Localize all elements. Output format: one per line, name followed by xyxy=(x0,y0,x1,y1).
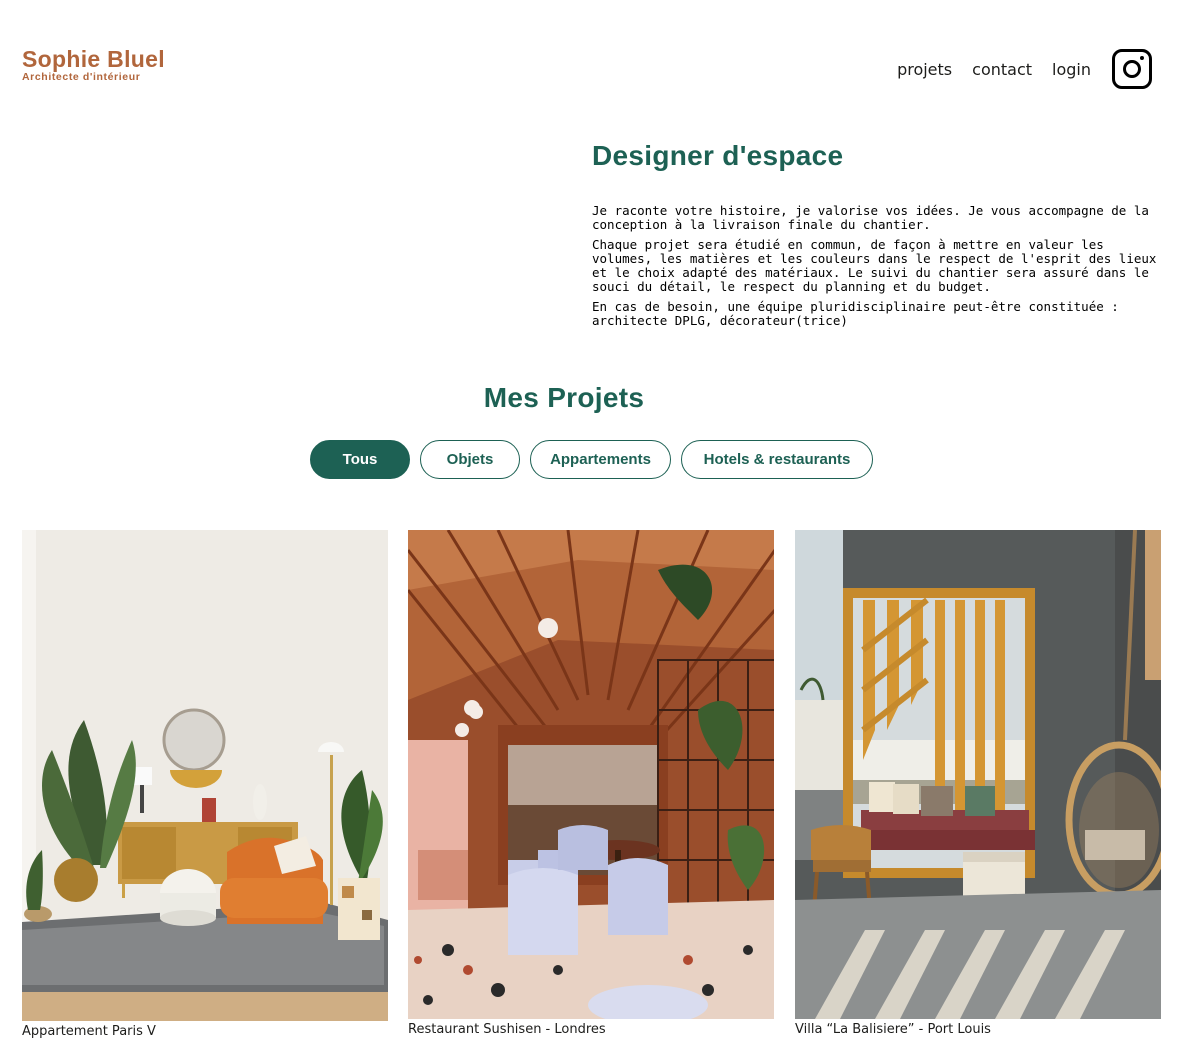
intro-paragraph: Chaque projet sera étudié en commun, de … xyxy=(592,237,1157,294)
project-caption: Villa “La Balisiere” - Port Louis xyxy=(795,1022,991,1037)
project-card[interactable]: Restaurant Sushisen - Londres xyxy=(408,530,774,1037)
filter-objets-button[interactable]: Objets xyxy=(420,440,520,479)
intro-paragraph: Je raconte votre histoire, je valorise v… xyxy=(592,203,1149,232)
intro-title: Designer d'espace xyxy=(592,140,844,171)
filter-appartements-button[interactable]: Appartements xyxy=(530,440,671,479)
logo-name: Sophie Bluel xyxy=(22,46,165,72)
main-nav: projets contact login xyxy=(897,49,1152,89)
project-image xyxy=(795,530,1161,1019)
nav-contact[interactable]: contact xyxy=(972,60,1032,79)
filter-hotels-restaurants-button[interactable]: Hotels & restaurants xyxy=(681,440,873,479)
project-caption: Restaurant Sushisen - Londres xyxy=(408,1022,606,1037)
filter-bar: Tous Objets Appartements Hotels & restau… xyxy=(310,440,873,479)
nav-projets[interactable]: projets xyxy=(897,60,952,79)
project-image xyxy=(22,530,388,1021)
filter-tous-button[interactable]: Tous xyxy=(310,440,410,479)
projects-title: Mes Projets xyxy=(483,382,645,413)
logo[interactable]: Sophie Bluel Architecte d'intérieur xyxy=(22,46,165,83)
intro-paragraph: En cas de besoin, une équipe pluridiscip… xyxy=(592,299,1119,328)
nav-login[interactable]: login xyxy=(1052,60,1091,79)
project-card[interactable]: Villa “La Balisiere” - Port Louis xyxy=(795,530,1161,1037)
project-card[interactable]: Appartement Paris V xyxy=(22,530,388,1039)
instagram-icon[interactable] xyxy=(1112,49,1152,89)
logo-subtitle: Architecte d'intérieur xyxy=(22,71,141,83)
project-caption: Appartement Paris V xyxy=(22,1024,156,1039)
project-image xyxy=(408,530,774,1019)
introduction: Designer d'espace Je raconte votre histo… xyxy=(592,140,1160,334)
